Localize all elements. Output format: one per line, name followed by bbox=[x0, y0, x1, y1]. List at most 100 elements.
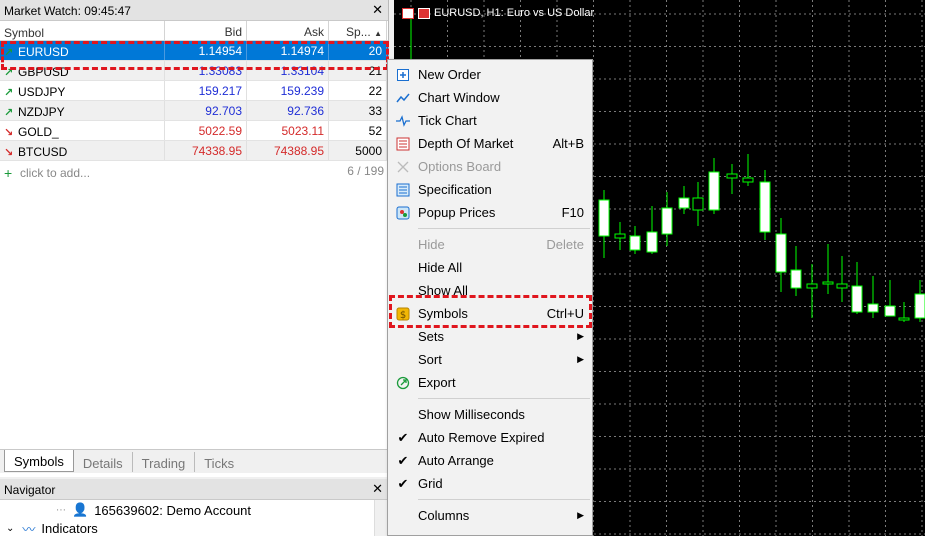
arrow-up-icon: ↗ bbox=[4, 46, 14, 59]
chart-menu-icon[interactable] bbox=[402, 7, 414, 19]
column-header-spread[interactable]: Sp... ▲ bbox=[329, 21, 387, 40]
column-header-ask[interactable]: Ask bbox=[247, 21, 329, 40]
candle-body bbox=[629, 235, 641, 251]
arrow-down-icon: ↘ bbox=[4, 126, 14, 139]
market-watch-title: Market Watch: 09:45:47 bbox=[4, 4, 131, 18]
symbol-name: USDJPY bbox=[18, 85, 66, 99]
table-row[interactable]: ↗ GBPUSD 1.33083 1.33104 21 bbox=[0, 61, 388, 81]
menu-item-options-board[interactable]: Options Board bbox=[388, 155, 592, 178]
menu-item-tick-chart[interactable]: Tick Chart bbox=[388, 109, 592, 132]
spread-value: 20 bbox=[329, 41, 387, 60]
check-icon: ✔ bbox=[397, 452, 409, 468]
navigator-title-bar: Navigator ✕ bbox=[0, 479, 388, 500]
menu-item-label: Sort bbox=[418, 352, 442, 367]
menu-item-sort[interactable]: Sort ▶ bbox=[388, 348, 592, 371]
menu-item-sets[interactable]: Sets ▶ bbox=[388, 325, 592, 348]
spread-value: 5000 bbox=[329, 141, 387, 160]
table-row[interactable]: ↗ NZDJPY 92.703 92.736 33 bbox=[0, 101, 388, 121]
candle-body bbox=[898, 317, 910, 321]
menu-item-hide-all[interactable]: Hide All bbox=[388, 256, 592, 279]
table-row[interactable]: ↗ USDJPY 159.217 159.239 22 bbox=[0, 81, 388, 101]
tree-item-indicators[interactable]: ⌄ 〰 Indicators bbox=[0, 520, 388, 536]
menu-item-show-milliseconds[interactable]: Show Milliseconds bbox=[388, 403, 592, 426]
tab-details[interactable]: Details bbox=[74, 452, 133, 472]
market-watch-title-bar: Market Watch: 09:45:47 ✕ bbox=[0, 0, 388, 21]
candle-body bbox=[914, 293, 925, 319]
candle-body bbox=[646, 231, 658, 253]
menu-item-symbols[interactable]: $ Symbols Ctrl+U bbox=[388, 302, 592, 325]
menu-item-grid[interactable]: ✔ Grid bbox=[388, 472, 592, 495]
candle-body bbox=[836, 283, 848, 289]
menu-item-shortcut: F10 bbox=[561, 205, 584, 220]
tab-trading[interactable]: Trading bbox=[133, 452, 196, 472]
spread-value: 52 bbox=[329, 121, 387, 140]
menu-separator bbox=[418, 228, 590, 229]
symbol-name: NZDJPY bbox=[18, 105, 65, 119]
menu-item-label: Depth Of Market bbox=[418, 136, 514, 151]
menu-item-columns[interactable]: Columns ▶ bbox=[388, 504, 592, 527]
tab-ticks[interactable]: Ticks bbox=[195, 452, 243, 472]
menu-item-auto-remove-expired[interactable]: ✔ Auto Remove Expired bbox=[388, 426, 592, 449]
menu-item-hide[interactable]: Hide Delete bbox=[388, 233, 592, 256]
close-icon[interactable]: ✕ bbox=[372, 2, 383, 18]
column-header-spread-label: Sp... bbox=[346, 25, 371, 39]
add-symbol-label: click to add... bbox=[20, 165, 91, 180]
menu-item-label: Show All bbox=[418, 283, 468, 298]
ask-value: 1.33104 bbox=[247, 61, 329, 80]
market-watch-tabs: Symbols Details Trading Ticks bbox=[0, 449, 389, 473]
terminal-window: Market Watch: 09:45:47 ✕ Symbol Bid Ask … bbox=[0, 0, 925, 536]
new-order-icon bbox=[388, 68, 418, 82]
column-header-symbol[interactable]: Symbol bbox=[0, 21, 165, 40]
submenu-arrow-icon: ▶ bbox=[577, 510, 584, 520]
menu-item-new-order[interactable]: New Order bbox=[388, 63, 592, 86]
options-board-icon bbox=[388, 160, 418, 174]
arrow-down-icon: ↘ bbox=[4, 146, 14, 159]
add-symbol-row[interactable]: + click to add... 6 / 199 bbox=[0, 161, 388, 181]
tab-symbols[interactable]: Symbols bbox=[4, 450, 74, 472]
column-header-bid[interactable]: Bid bbox=[165, 21, 247, 40]
menu-item-shortcut: Ctrl+U bbox=[546, 306, 584, 321]
export-icon bbox=[388, 376, 418, 390]
depth-of-market-icon bbox=[388, 137, 418, 151]
menu-item-export[interactable]: Export bbox=[388, 371, 592, 394]
arrow-up-icon: ↗ bbox=[4, 66, 14, 79]
table-row[interactable]: ↗ EURUSD 1.14954 1.14974 20 bbox=[0, 41, 388, 61]
menu-item-label: Hide bbox=[418, 237, 445, 252]
navigator-scrollbar[interactable] bbox=[374, 500, 388, 536]
menu-item-popup-prices[interactable]: Popup Prices F10 bbox=[388, 201, 592, 224]
menu-item-shortcut: Alt+B bbox=[552, 136, 584, 151]
menu-item-label: New Order bbox=[418, 67, 481, 82]
specification-icon bbox=[388, 183, 418, 197]
menu-item-label: Popup Prices bbox=[418, 205, 496, 220]
bid-value: 92.703 bbox=[165, 101, 247, 120]
menu-item-label: Show Milliseconds bbox=[418, 407, 525, 422]
submenu-arrow-icon: ▶ bbox=[577, 331, 584, 341]
chart-symbol-icon bbox=[418, 7, 430, 19]
bid-value: 1.33083 bbox=[165, 61, 247, 80]
table-row[interactable]: ↘ GOLD_ 5022.59 5023.11 52 bbox=[0, 121, 388, 141]
symbol-name: GOLD_ bbox=[18, 125, 59, 139]
symbol-name: EURUSD bbox=[18, 45, 69, 59]
account-label: 165639602: Demo Account bbox=[94, 502, 252, 518]
menu-item-label: Options Board bbox=[418, 159, 502, 174]
ask-value: 1.14974 bbox=[247, 41, 329, 60]
menu-item-label: Sets bbox=[418, 329, 445, 344]
market-watch-header: Symbol Bid Ask Sp... ▲ bbox=[0, 21, 388, 41]
tree-item-account[interactable]: ⋯ 👤 165639602: Demo Account bbox=[0, 500, 388, 520]
menu-item-label: Symbols bbox=[418, 306, 468, 321]
symbol-name: GBPUSD bbox=[18, 65, 69, 79]
candle-body bbox=[598, 199, 610, 237]
menu-item-depth-of-market[interactable]: Depth Of Market Alt+B bbox=[388, 132, 592, 155]
menu-item-specification[interactable]: Specification bbox=[388, 178, 592, 201]
candle-body bbox=[692, 197, 704, 211]
menu-item-chart-window[interactable]: Chart Window bbox=[388, 86, 592, 109]
menu-item-auto-arrange[interactable]: ✔ Auto Arrange bbox=[388, 449, 592, 472]
menu-item-label: Specification bbox=[418, 182, 492, 197]
table-row[interactable]: ↘ BTCUSD 74338.95 74388.95 5000 bbox=[0, 141, 388, 161]
close-icon[interactable]: ✕ bbox=[372, 481, 383, 497]
chart-title: EURUSD, H1: Euro vs US Dollar bbox=[434, 7, 595, 19]
arrow-up-icon: ↗ bbox=[4, 106, 14, 119]
navigator-title: Navigator bbox=[4, 483, 56, 497]
menu-item-show-all[interactable]: Show All bbox=[388, 279, 592, 302]
check-icon: ✔ bbox=[397, 475, 409, 491]
